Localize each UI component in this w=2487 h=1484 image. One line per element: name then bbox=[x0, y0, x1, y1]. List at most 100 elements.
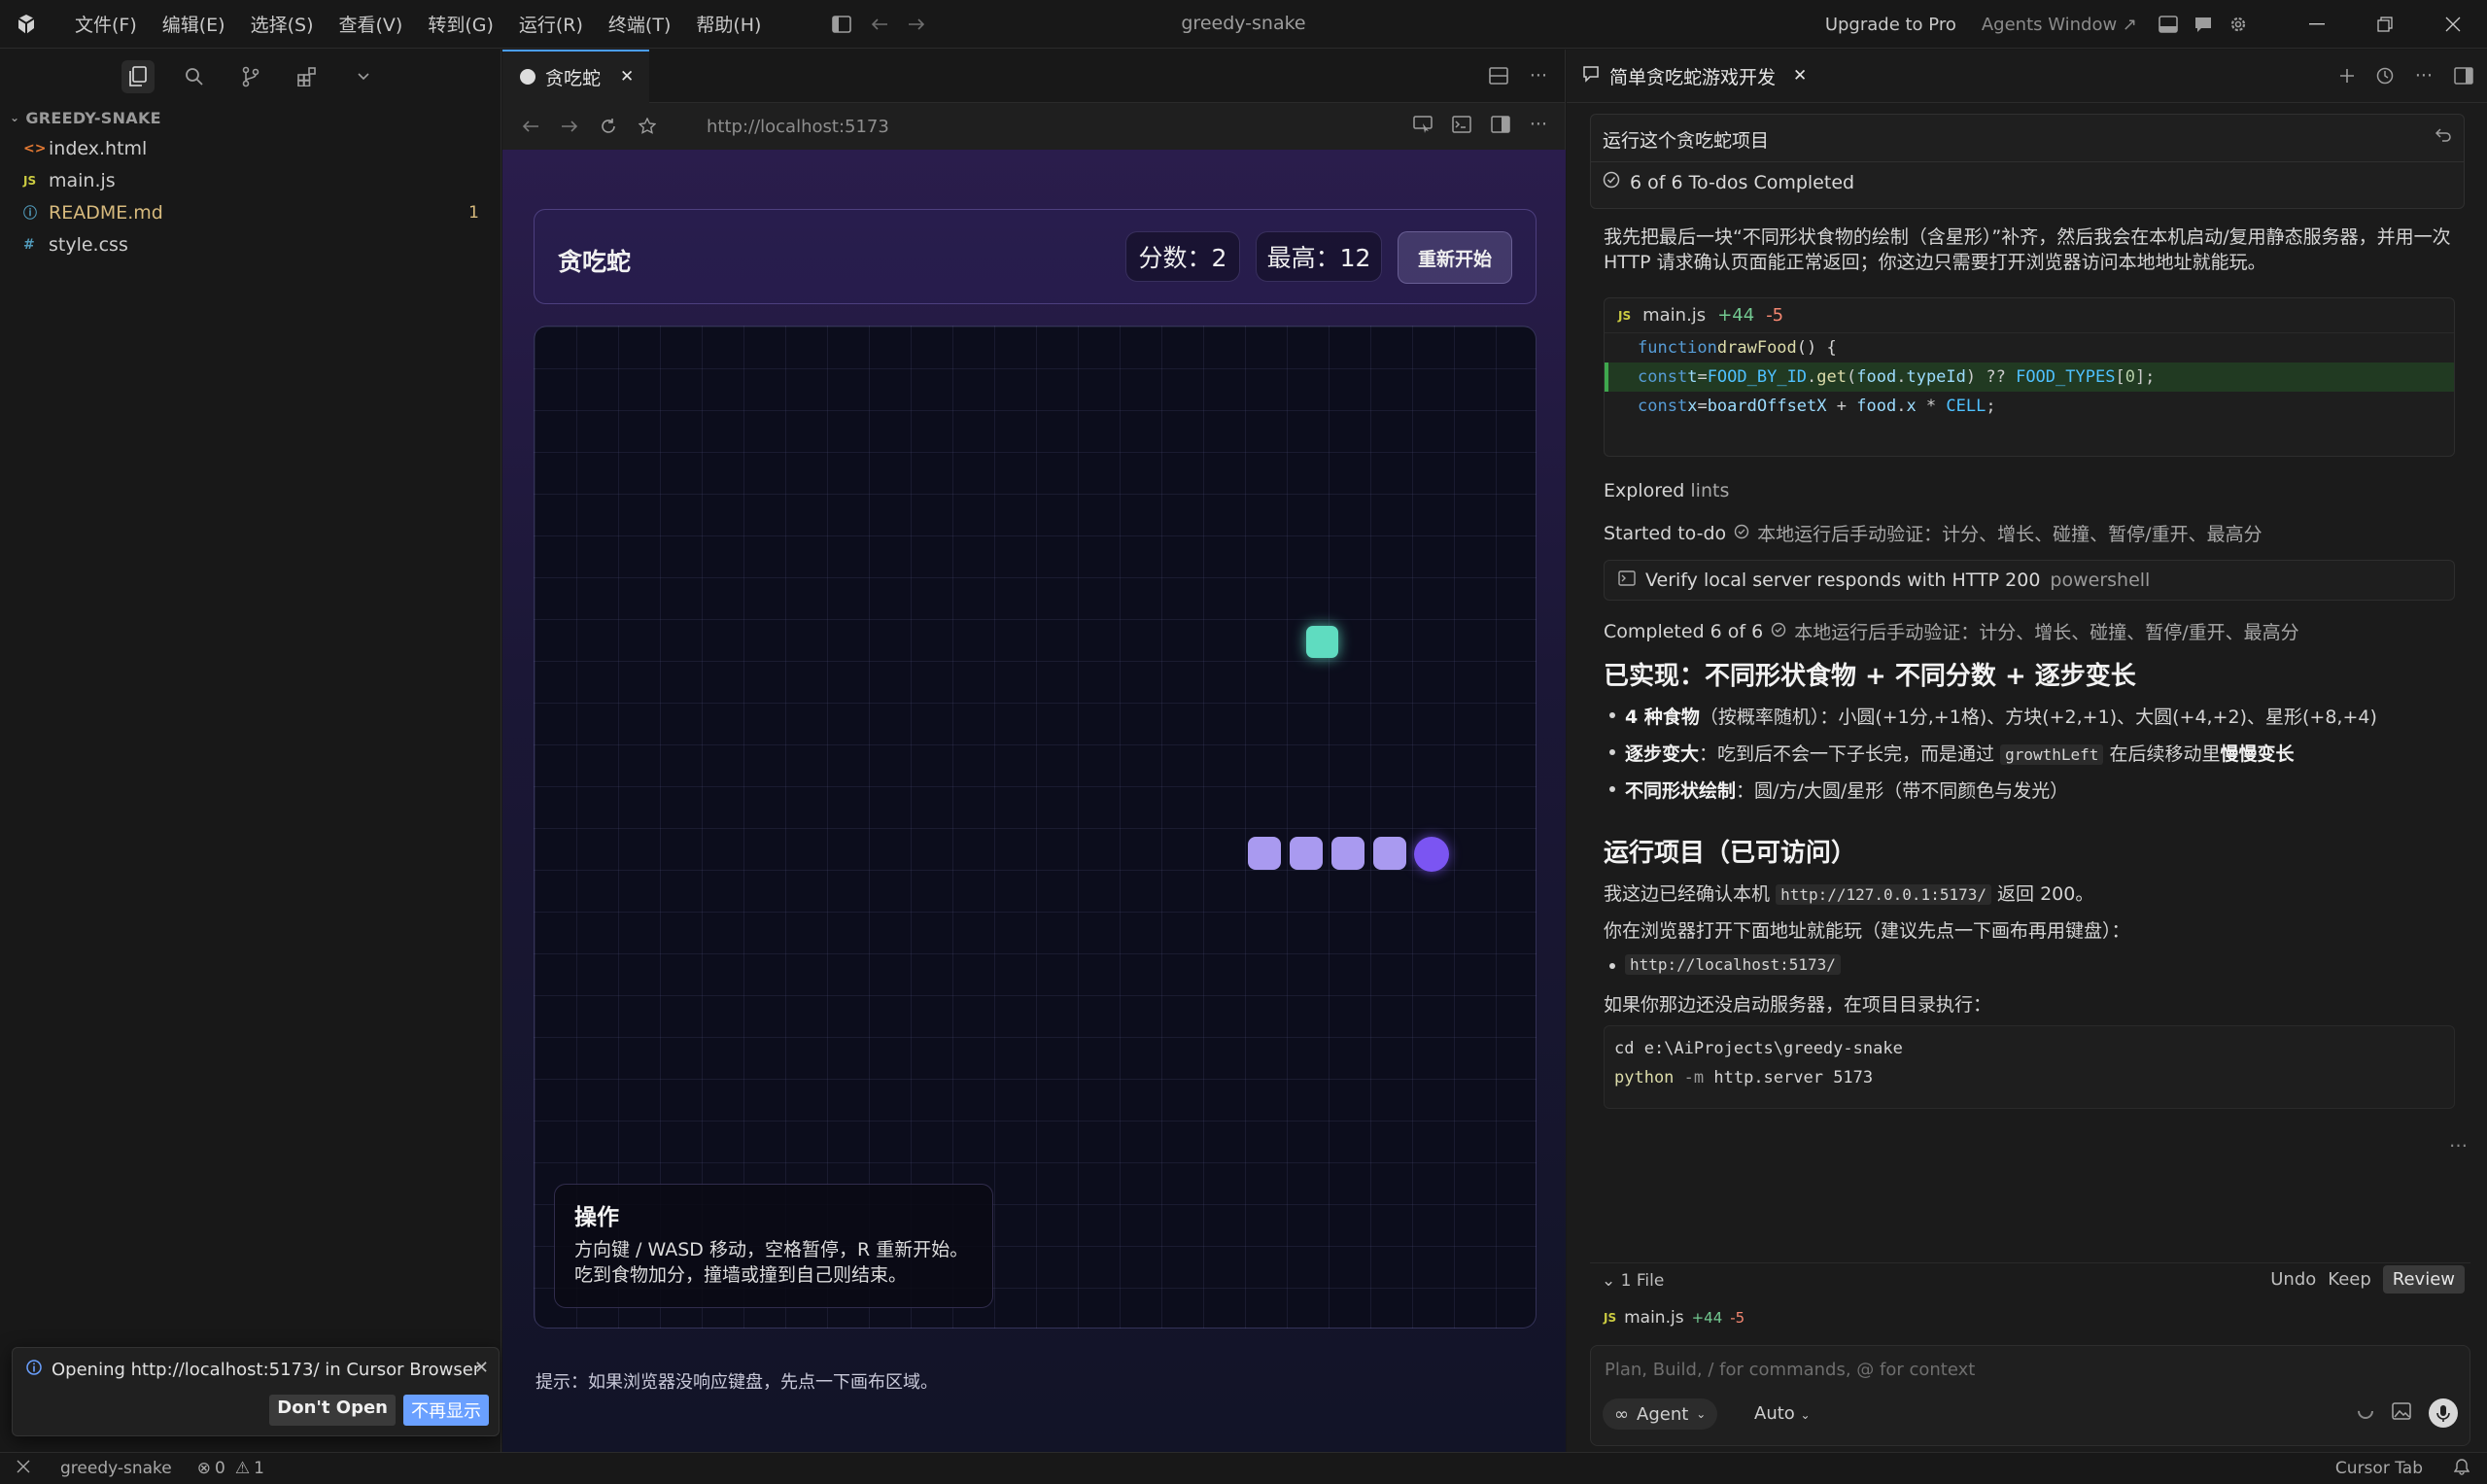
section-heading-run: 运行项目（已可访问） bbox=[1604, 839, 1857, 868]
agents-window-link[interactable]: Agents Window ↗ bbox=[1982, 15, 2137, 35]
toggle-sidebar-icon[interactable] bbox=[832, 15, 852, 33]
dont-open-button[interactable]: Don't Open bbox=[269, 1395, 396, 1426]
extensions-icon[interactable] bbox=[291, 60, 324, 93]
menu-selection[interactable]: 选择(S) bbox=[238, 11, 327, 37]
diff-file-name: main.js bbox=[1642, 305, 1707, 326]
error-count: 0 bbox=[215, 1459, 225, 1478]
code-token: -m bbox=[1674, 1068, 1714, 1087]
tab-snake-game[interactable]: 贪吃蛇 ✕ bbox=[502, 49, 650, 103]
revert-icon[interactable] bbox=[2435, 126, 2452, 148]
file-item-main-js[interactable]: JS main.js bbox=[0, 164, 501, 196]
menu-edit[interactable]: 编辑(E) bbox=[150, 11, 238, 37]
more-actions-icon[interactable]: … bbox=[2449, 1130, 2468, 1152]
close-icon[interactable]: ✕ bbox=[1793, 66, 1807, 86]
layout-panel-icon[interactable] bbox=[2159, 16, 2178, 33]
history-clock-icon[interactable] bbox=[2376, 65, 2394, 86]
info-file-icon: ⓘ bbox=[23, 205, 37, 222]
review-button[interactable]: Review bbox=[2382, 1265, 2465, 1294]
side-panel-icon[interactable] bbox=[1491, 114, 1510, 135]
globe-icon bbox=[520, 69, 535, 85]
file-item-index-html[interactable]: <> index.html bbox=[0, 132, 501, 164]
problems-indicator[interactable]: ⊗ 0 ⚠ 1 bbox=[197, 1459, 264, 1478]
upgrade-to-pro-link[interactable]: Upgrade to Pro bbox=[1825, 15, 1956, 35]
menu-go[interactable]: 转到(G) bbox=[415, 11, 506, 37]
back-arrow-icon[interactable] bbox=[871, 17, 888, 31]
star-icon[interactable] bbox=[639, 118, 656, 135]
chat-bubble-icon[interactable] bbox=[2193, 16, 2213, 33]
chat-input-placeholder[interactable]: Plan, Build, / for commands, @ for conte… bbox=[1605, 1360, 1975, 1380]
menu-help[interactable]: 帮助(H) bbox=[683, 11, 774, 37]
game-canvas[interactable]: 操作 方向键 / WASD 移动，空格暂停，R 重新开始。 吃到食物加分，撞墙或… bbox=[534, 326, 1537, 1329]
url-field[interactable]: http://localhost:5173 bbox=[707, 117, 889, 137]
tab-label: 贪吃蛇 bbox=[545, 67, 602, 89]
more-actions-icon[interactable]: ··· bbox=[1530, 65, 1547, 86]
file-item-readme-md[interactable]: ⓘ README.md 1 bbox=[0, 196, 501, 228]
toggle-panel-icon[interactable] bbox=[2454, 65, 2473, 86]
terminal-command-card[interactable]: Verify local server responds with HTTP 2… bbox=[1604, 560, 2455, 601]
undo-button[interactable]: Undo bbox=[2270, 1269, 2316, 1290]
menu-terminal[interactable]: 终端(T) bbox=[596, 11, 683, 37]
changed-file-item[interactable]: JS main.js +44 -5 bbox=[1604, 1308, 1744, 1328]
menu-file[interactable]: 文件(F) bbox=[62, 11, 150, 37]
close-icon[interactable]: ✕ bbox=[620, 67, 634, 86]
cursor-tab-status[interactable]: Cursor Tab bbox=[2335, 1459, 2423, 1478]
source-control-icon[interactable] bbox=[234, 60, 267, 93]
minimize-window-icon[interactable] bbox=[2283, 23, 2351, 25]
code-diff-card[interactable]: JS main.js +44 -5 function drawFood() { … bbox=[1604, 297, 2455, 457]
chat-input-box[interactable]: Plan, Build, / for commands, @ for conte… bbox=[1590, 1345, 2470, 1446]
microphone-icon[interactable] bbox=[2429, 1398, 2458, 1428]
close-window-icon[interactable] bbox=[2419, 17, 2487, 32]
model-label: Auto bbox=[1754, 1403, 1795, 1424]
agent-mode-select[interactable]: ∞ Agent ⌄ bbox=[1603, 1398, 1718, 1430]
reload-icon[interactable] bbox=[600, 118, 617, 135]
model-select[interactable]: Auto ⌄ bbox=[1754, 1403, 1811, 1424]
todos-label: 6 of 6 To-dos Completed bbox=[1630, 171, 1855, 193]
changed-files-bar: ⌄ 1 File Undo Keep Review JS main.js +44… bbox=[1590, 1262, 2470, 1345]
menu-bar: 文件(F) 编辑(E) 选择(S) 查看(V) 转到(G) 运行(R) 终端(T… bbox=[62, 11, 774, 37]
forward-arrow-icon[interactable] bbox=[908, 17, 925, 31]
never-show-button[interactable]: 不再显示 bbox=[403, 1395, 489, 1426]
file-item-style-css[interactable]: # style.css bbox=[0, 228, 501, 260]
agent-mode-label: Agent bbox=[1637, 1403, 1689, 1425]
snake-head bbox=[1414, 837, 1449, 872]
chevron-down-icon: ⌄ bbox=[1602, 1271, 1616, 1291]
files-icon[interactable] bbox=[121, 59, 155, 93]
menu-view[interactable]: 查看(V) bbox=[327, 11, 416, 37]
error-icon: ⊗ bbox=[196, 1459, 212, 1478]
more-actions-icon[interactable]: ··· bbox=[1530, 114, 1547, 135]
files-toggle[interactable]: ⌄ 1 File bbox=[1602, 1271, 1664, 1291]
new-chat-plus-icon[interactable] bbox=[2339, 65, 2355, 86]
inline-code[interactable]: http://localhost:5173/ bbox=[1625, 954, 1841, 975]
folder-name: GREEDY-SNAKE bbox=[25, 108, 161, 127]
explorer-sidebar: ⌄ GREEDY-SNAKE <> index.html JS main.js … bbox=[0, 50, 501, 1452]
close-icon[interactable]: ✕ bbox=[474, 1358, 489, 1378]
more-actions-icon[interactable]: ··· bbox=[2415, 65, 2433, 86]
inline-code[interactable]: http://127.0.0.1:5173/ bbox=[1776, 884, 1991, 905]
command-code-block[interactable]: cd e:\AiProjects\greedy-snake python -m … bbox=[1604, 1025, 2455, 1109]
project-name[interactable]: greedy-snake bbox=[60, 1459, 172, 1478]
explorer-folder-header[interactable]: ⌄ GREEDY-SNAKE bbox=[0, 103, 501, 132]
image-attach-icon[interactable] bbox=[2392, 1401, 2411, 1425]
forward-arrow-icon[interactable] bbox=[561, 120, 578, 133]
restart-button[interactable]: 重新开始 bbox=[1398, 231, 1512, 284]
remote-icon[interactable] bbox=[16, 1459, 31, 1479]
settings-gear-icon[interactable] bbox=[2228, 15, 2248, 34]
search-icon[interactable] bbox=[178, 60, 211, 93]
keep-button[interactable]: Keep bbox=[2328, 1269, 2370, 1290]
split-editor-icon[interactable] bbox=[1489, 65, 1508, 86]
notifications-bell-icon[interactable] bbox=[2453, 1458, 2470, 1480]
explored-step[interactable]: Explored lints bbox=[1604, 480, 1729, 501]
warning-count: 1 bbox=[254, 1459, 264, 1478]
todos-status[interactable]: 6 of 6 To-dos Completed bbox=[1603, 171, 1854, 193]
back-arrow-icon[interactable] bbox=[522, 120, 539, 133]
chevron-down-icon[interactable] bbox=[347, 60, 380, 93]
restore-window-icon[interactable] bbox=[2351, 17, 2419, 32]
problem-count-badge: 1 bbox=[468, 202, 479, 223]
tab-chat-session[interactable]: 简单贪吃蛇游戏开发 ✕ bbox=[1567, 63, 1807, 89]
devtools-console-icon[interactable] bbox=[1452, 114, 1471, 135]
inspect-element-icon[interactable] bbox=[1413, 114, 1433, 135]
menu-run[interactable]: 运行(R) bbox=[506, 11, 596, 37]
user-query[interactable]: 运行这个贪吃蛇项目 bbox=[1603, 126, 1769, 153]
code-token: http.server 5173 bbox=[1713, 1068, 1874, 1087]
code-line: function drawFood() { bbox=[1638, 338, 1837, 358]
